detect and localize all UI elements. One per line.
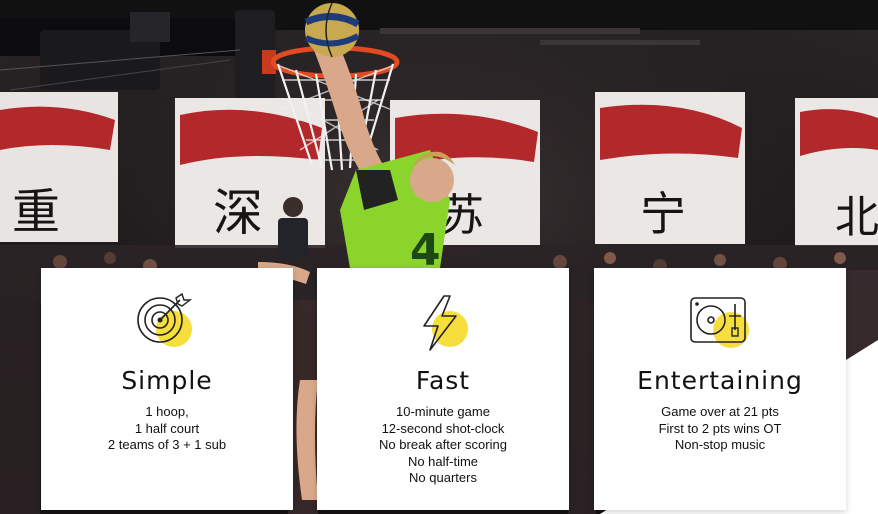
card-line: No quarters <box>409 470 477 485</box>
hero-section: 重 深 苏 宁 北 4 Simple 1 hoop, 1 half court … <box>0 0 878 514</box>
card-line: 12-second shot-clock <box>381 420 505 436</box>
card-line: No break after scoring <box>379 437 507 452</box>
basketball <box>304 2 360 58</box>
feature-card-fast: Fast 10-minute game 12-second shot-clock… <box>317 268 569 510</box>
card-details: 1 hoop, 1 half court 2 teams of 3 + 1 su… <box>41 404 293 454</box>
banner-char-2: 深 <box>213 184 263 242</box>
feature-card-simple: Simple 1 hoop, 1 half court 2 teams of 3… <box>41 268 293 510</box>
banner-char-4: 宁 <box>640 187 686 241</box>
card-line: Game over at 21 pts <box>661 404 779 419</box>
card-line: 1 half court <box>134 420 200 436</box>
banner-char-1: 重 <box>12 184 60 240</box>
turntable-icon <box>690 297 749 348</box>
card-line: 2 teams of 3 + 1 sub <box>107 437 227 452</box>
lightning-icon <box>423 295 468 351</box>
target-icon-wrap <box>132 292 202 354</box>
turntable-icon-wrap <box>685 292 755 354</box>
lightning-icon-wrap <box>408 292 478 354</box>
card-line: 10-minute game <box>396 404 490 419</box>
card-title: Entertaining <box>637 366 803 395</box>
card-line: First to 2 pts wins OT <box>658 420 782 436</box>
banner-char-5: 北 <box>835 192 878 243</box>
card-line: Non-stop music <box>674 437 766 452</box>
card-details: Game over at 21 pts First to 2 pts wins … <box>594 404 846 454</box>
card-title: Simple <box>121 366 213 395</box>
target-icon <box>137 292 193 347</box>
card-line: No half-time <box>407 453 479 469</box>
card-title: Fast <box>415 366 471 395</box>
card-details: 10-minute game 12-second shot-clock No b… <box>317 404 569 487</box>
card-line: 1 hoop, <box>145 404 189 419</box>
feature-card-entertaining: Entertaining Game over at 21 pts First t… <box>594 268 846 510</box>
